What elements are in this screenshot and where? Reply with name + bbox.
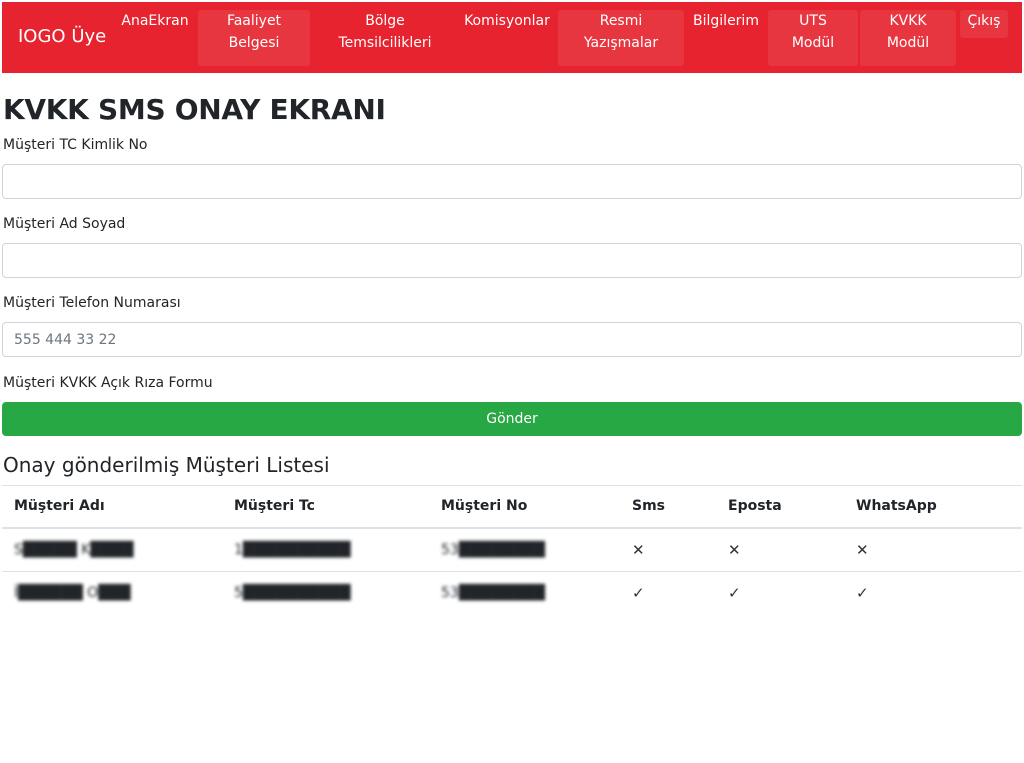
customer-tc: 1██████████: [234, 542, 351, 558]
name-label: Müşteri Ad Soyad: [3, 216, 126, 232]
nav-item-bolge-temsilcilikleri[interactable]: Bölge Temsilcilikleri: [315, 10, 455, 54]
sms-status-icon: ✓: [632, 584, 645, 602]
email-status-icon: ✕: [728, 541, 741, 559]
column-header-sms: Sms: [632, 498, 666, 514]
nav-item-label: Yazışmalar: [583, 35, 659, 51]
nav-item-faaliyet-belgesi[interactable]: Faaliyet Belgesi: [198, 10, 310, 66]
customer-name: İ██████ O███: [14, 585, 131, 601]
tc-input[interactable]: [2, 164, 1022, 199]
nav-item-label: Modül: [886, 35, 930, 51]
nav-item-cikis[interactable]: Çıkış: [960, 10, 1008, 38]
nav-item-label: Çıkış: [967, 13, 1001, 29]
nav-item-komisyonlar[interactable]: Komisyonlar: [462, 10, 552, 32]
phone-label: Müşteri Telefon Numarası: [3, 295, 181, 311]
column-header-tc: Müşteri Tc: [234, 498, 315, 514]
nav-item-bilgilerim[interactable]: Bilgilerim: [690, 10, 762, 32]
submit-button[interactable]: Gönder: [2, 402, 1022, 436]
brand-link[interactable]: IOGO Üye: [18, 26, 106, 47]
row-divider: [2, 571, 1022, 572]
nav-item-label: Resmi: [599, 13, 643, 29]
table-header-border: [2, 527, 1022, 529]
consent-label: Müşteri KVKK Açık Rıza Formu: [3, 375, 213, 391]
nav-item-uts-modul[interactable]: UTS Modül: [768, 10, 858, 66]
nav-item-label: Belgesi: [228, 35, 280, 51]
nav-item-label: Modül: [791, 35, 835, 51]
page-title: KVKK SMS ONAY EKRANI: [3, 93, 386, 126]
whatsapp-status-icon: ✕: [856, 541, 869, 559]
nav-item-label: Faaliyet: [226, 13, 282, 29]
name-input[interactable]: [2, 243, 1022, 278]
table-top-border: [2, 485, 1022, 486]
nav-item-label: Bilgilerim: [693, 13, 759, 29]
customer-no: 53████████: [441, 585, 545, 601]
nav-item-kvkk-modul[interactable]: KVKK Modül: [860, 10, 956, 66]
email-status-icon: ✓: [728, 584, 741, 602]
customer-name: S█████ K████: [14, 542, 134, 558]
customer-tc: 5██████████: [234, 585, 351, 601]
nav-item-label: KVKK: [889, 13, 927, 29]
column-header-whatsapp: WhatsApp: [856, 498, 937, 514]
top-navbar: IOGO Üye AnaEkran Faaliyet Belgesi Bölge…: [2, 2, 1022, 73]
nav-item-label: Temsilcilikleri: [338, 35, 432, 51]
tc-label: Müşteri TC Kimlik No: [3, 137, 148, 153]
column-header-no: Müşteri No: [441, 498, 528, 514]
list-title: Onay gönderilmiş Müşteri Listesi: [3, 453, 330, 477]
nav-item-label: Komisyonlar: [464, 13, 550, 29]
nav-item-label: Bölge: [365, 13, 405, 29]
nav-item-label: UTS: [799, 13, 827, 29]
sms-status-icon: ✕: [632, 541, 645, 559]
column-header-name: Müşteri Adı: [14, 498, 105, 514]
nav-item-resmi-yazismalar[interactable]: Resmi Yazışmalar: [558, 10, 684, 66]
column-header-email: Eposta: [728, 498, 782, 514]
nav-item-label: AnaEkran: [121, 13, 189, 29]
phone-input[interactable]: [2, 322, 1022, 357]
nav-item-anaekran[interactable]: AnaEkran: [119, 10, 191, 32]
whatsapp-status-icon: ✓: [856, 584, 869, 602]
customer-no: 53████████: [441, 542, 545, 558]
